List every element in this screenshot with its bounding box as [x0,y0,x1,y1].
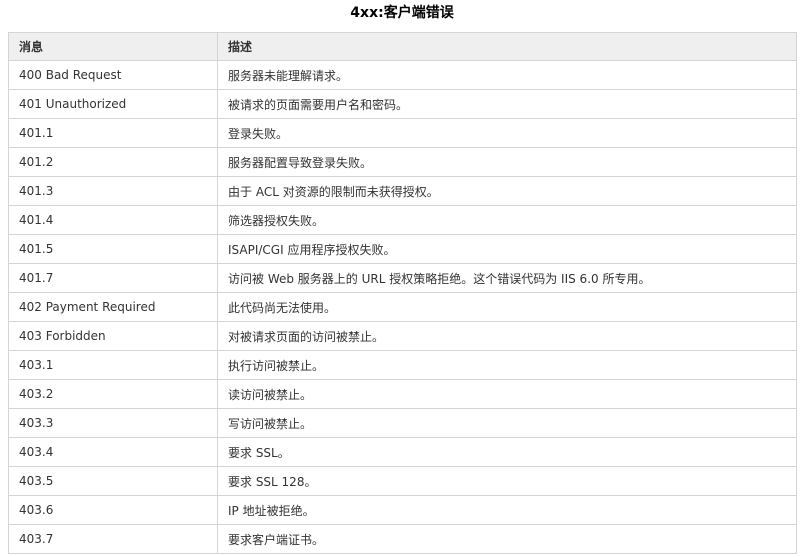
message-cell: 403.6 [8,495,218,525]
description-cell: 写访问被禁止。 [217,408,797,438]
message-cell: 403.7 [8,524,218,554]
table-row: 403.3 写访问被禁止。 [8,408,797,438]
description-cell: 由于 ACL 对资源的限制而未获得授权。 [217,176,797,206]
page-title: 4xx:客户端错误 [350,5,454,21]
description-cell: 此代码尚无法使用。 [217,292,797,322]
description-cell: 筛选器授权失败。 [217,205,797,235]
description-cell: 执行访问被禁止。 [217,350,797,380]
table-row: 401 Unauthorized 被请求的页面需要用户名和密码。 [8,89,797,119]
message-cell: 403 Forbidden [8,321,218,351]
table-row: 403.2 读访问被禁止。 [8,379,797,409]
column-header-message: 消息 [8,32,218,61]
description-cell: 读访问被禁止。 [217,379,797,409]
description-cell: 访问被 Web 服务器上的 URL 授权策略拒绝。这个错误代码为 IIS 6.0… [217,263,797,293]
table-row: 401.4 筛选器授权失败。 [8,205,797,235]
table-row: 403.7 要求客户端证书。 [8,524,797,554]
status-code-table: 消息 描述 400 Bad Request 服务器未能理解请求。 401 Una… [8,32,797,554]
description-cell: 要求 SSL。 [217,437,797,467]
description-cell: 登录失败。 [217,118,797,148]
message-cell: 401.3 [8,176,218,206]
description-cell: 服务器配置导致登录失败。 [217,147,797,177]
description-cell: 被请求的页面需要用户名和密码。 [217,89,797,119]
table-row: 401.5 ISAPI/CGI 应用程序授权失败。 [8,234,797,264]
description-cell: 要求 SSL 128。 [217,466,797,496]
message-cell: 403.5 [8,466,218,496]
message-cell: 403.3 [8,408,218,438]
message-cell: 402 Payment Required [8,292,218,322]
table-row: 402 Payment Required 此代码尚无法使用。 [8,292,797,322]
table-row: 403.6 IP 地址被拒绝。 [8,495,797,525]
table-row: 400 Bad Request 服务器未能理解请求。 [8,60,797,90]
description-cell: 要求客户端证书。 [217,524,797,554]
message-cell: 401.2 [8,147,218,177]
message-cell: 401.5 [8,234,218,264]
table-row: 403 Forbidden 对被请求页面的访问被禁止。 [8,321,797,351]
table-row: 403.1 执行访问被禁止。 [8,350,797,380]
message-cell: 403.1 [8,350,218,380]
description-cell: 服务器未能理解请求。 [217,60,797,90]
message-cell: 403.2 [8,379,218,409]
column-header-description: 描述 [217,32,797,61]
message-cell: 401.4 [8,205,218,235]
table-row: 403.5 要求 SSL 128。 [8,466,797,496]
message-cell: 403.4 [8,437,218,467]
message-cell: 400 Bad Request [8,60,218,90]
message-cell: 401.1 [8,118,218,148]
table-row: 401.3 由于 ACL 对资源的限制而未获得授权。 [8,176,797,206]
message-cell: 401.7 [8,263,218,293]
table-row: 401.1 登录失败。 [8,118,797,148]
table-row: 401.7 访问被 Web 服务器上的 URL 授权策略拒绝。这个错误代码为 I… [8,263,797,293]
description-cell: IP 地址被拒绝。 [217,495,797,525]
message-cell: 401 Unauthorized [8,89,218,119]
description-cell: 对被请求页面的访问被禁止。 [217,321,797,351]
table-header-row: 消息 描述 [8,32,797,61]
table-row: 403.4 要求 SSL。 [8,437,797,467]
table-row: 401.2 服务器配置导致登录失败。 [8,147,797,177]
description-cell: ISAPI/CGI 应用程序授权失败。 [217,234,797,264]
